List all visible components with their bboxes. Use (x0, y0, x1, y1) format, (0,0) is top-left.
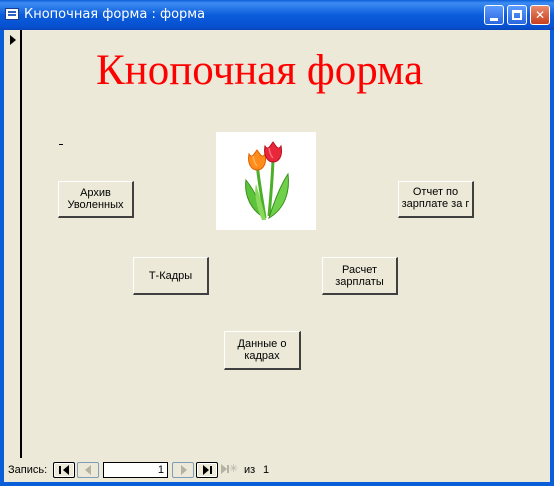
next-record-button[interactable] (172, 462, 194, 478)
current-record-field[interactable]: 1 (103, 462, 168, 478)
previous-record-icon (85, 465, 91, 475)
new-record-button[interactable]: ✳ (219, 462, 241, 478)
window-frame-bottom (0, 482, 554, 486)
record-navigation-bar: Запись: 1 ✳ из 1 (4, 458, 550, 482)
archive-dismissed-button[interactable]: Архив Уволенных (58, 181, 134, 218)
form-window: Кнопочная форма : форма ✕ Кнопочная форм… (0, 0, 554, 486)
previous-record-button[interactable] (77, 462, 99, 478)
maximize-icon (512, 10, 522, 20)
minimize-icon (490, 18, 498, 21)
record-selector[interactable] (4, 30, 22, 458)
next-record-icon (181, 465, 187, 475)
current-record-arrow-icon (10, 35, 16, 45)
staff-data-button[interactable]: Данные о кадрах (224, 331, 301, 370)
tulips-icon (245, 141, 289, 220)
window-title: Кнопочная форма : форма (24, 7, 206, 22)
small-label-mark (59, 144, 63, 145)
first-record-button[interactable] (53, 462, 75, 478)
record-label: Запись: (8, 464, 48, 476)
minimize-button[interactable] (484, 5, 504, 25)
maximize-button[interactable] (507, 5, 527, 25)
close-icon: ✕ (534, 8, 546, 22)
form-heading: Кнопочная форма (96, 47, 424, 94)
form-window-icon[interactable] (5, 8, 19, 20)
salary-calculation-button[interactable]: Расчет зарплаты (322, 257, 398, 295)
total-records: 1 (263, 464, 270, 476)
salary-report-button[interactable]: Отчет по зарплате за г (398, 181, 474, 218)
close-button[interactable]: ✕ (530, 5, 550, 25)
of-label: из (244, 464, 256, 476)
window-frame-right (550, 30, 554, 486)
last-record-button[interactable] (196, 462, 218, 478)
title-bar[interactable]: Кнопочная форма : форма ✕ (0, 0, 554, 30)
tkadry-button[interactable]: Т-Кадры (133, 257, 209, 295)
tulips-image (216, 132, 316, 230)
